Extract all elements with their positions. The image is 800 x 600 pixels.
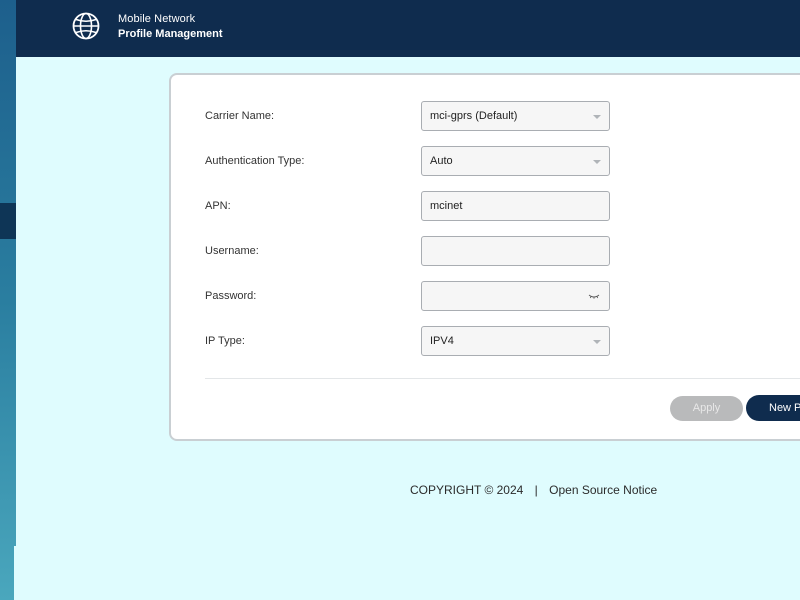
password-label: Password: [205,290,257,302]
username-label: Username: [205,245,259,257]
ip-type-value: IPV4 [430,335,454,347]
globe-icon [72,12,100,40]
copyright-text: COPYRIGHT © 2024 [410,483,524,497]
new-profile-button[interactable]: New P [746,395,800,421]
ip-type-select[interactable]: IPV4 [421,326,610,356]
chevron-down-icon [593,115,601,119]
chevron-down-icon [593,160,601,164]
apn-input[interactable]: mcinet [421,191,610,221]
open-source-notice-link[interactable]: Open Source Notice [549,483,657,497]
eye-closed-icon[interactable] [588,291,600,301]
divider [205,378,800,379]
password-input[interactable] [421,281,610,311]
apply-button[interactable]: Apply [670,396,743,421]
sidebar [0,0,16,600]
username-input[interactable] [421,236,610,266]
authentication-type-select[interactable]: Auto [421,146,610,176]
header-subtitle: Mobile Network [118,13,196,25]
page-title: Profile Management [118,28,223,40]
footer-separator: | [534,483,538,497]
apn-value: mcinet [430,200,463,212]
footer: COPYRIGHT © 2024 | Open Source Notice [410,483,657,497]
authentication-type-value: Auto [430,155,453,167]
ip-type-label: IP Type: [205,335,245,347]
carrier-name-value: mci-gprs (Default) [430,110,518,122]
carrier-name-select[interactable]: mci-gprs (Default) [421,101,610,131]
sidebar-edge [14,546,18,600]
authentication-type-label: Authentication Type: [205,155,305,167]
sidebar-active-item[interactable] [0,203,16,239]
carrier-name-label: Carrier Name: [205,110,275,122]
chevron-down-icon [593,340,601,344]
apn-label: APN: [205,200,231,212]
